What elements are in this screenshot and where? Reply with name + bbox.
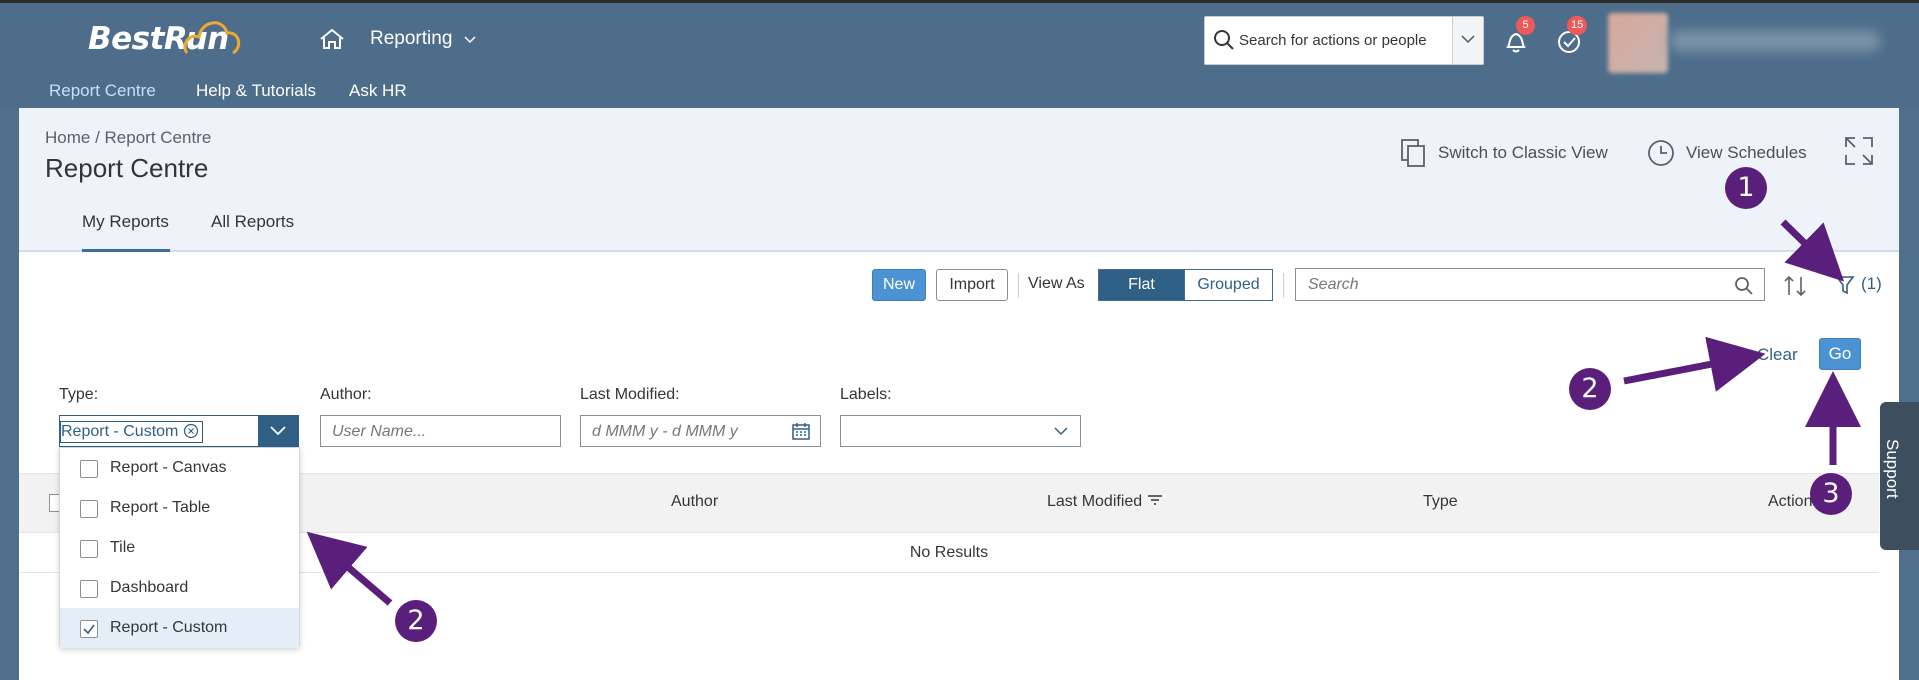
labels-select[interactable] xyxy=(840,415,1081,447)
home-icon[interactable] xyxy=(319,28,345,50)
switch-classic-view-button[interactable]: Switch to Classic View xyxy=(1400,138,1608,168)
page-title: Report Centre xyxy=(45,153,209,183)
annotation-step-1: 1 xyxy=(1725,167,1767,209)
view-as-label: View As xyxy=(1028,275,1085,292)
type-multicombobox[interactable]: Report - Custom xyxy=(59,415,299,447)
shell-search-field[interactable]: Search for actions or people xyxy=(1204,16,1484,65)
sort-icon[interactable] xyxy=(1782,273,1808,299)
avatar[interactable] xyxy=(1608,13,1668,73)
annotation-step-2-clear: 2 xyxy=(1569,368,1611,410)
new-button[interactable]: New xyxy=(872,269,926,301)
nav-report-centre[interactable]: Report Centre xyxy=(49,81,156,101)
breadcrumb[interactable]: Home / Report Centre xyxy=(45,128,211,148)
last-modified-date-range[interactable]: d MMM y - d MMM y xyxy=(580,415,821,447)
search-icon[interactable] xyxy=(1734,276,1754,296)
notifications-button[interactable]: 5 xyxy=(1504,16,1535,59)
shell-bar: BestRun Reporting Search for actions or … xyxy=(0,0,1919,110)
labels-filter-label: Labels: xyxy=(840,386,892,403)
column-type[interactable]: Type xyxy=(1423,493,1458,511)
view-schedules-button[interactable]: View Schedules xyxy=(1646,138,1807,168)
type-options-popover: Report - Canvas Report - Table Tile Dash… xyxy=(59,447,300,648)
copy-icon xyxy=(1401,139,1425,167)
go-button[interactable]: Go xyxy=(1819,338,1861,370)
column-last-modified[interactable]: Last Modified xyxy=(1047,493,1163,511)
type-option[interactable]: Dashboard xyxy=(60,568,299,608)
type-option-selected[interactable]: Report - Custom xyxy=(60,608,299,648)
type-dropdown-button[interactable] xyxy=(258,416,298,446)
option-checkbox[interactable] xyxy=(80,580,98,598)
calendar-icon[interactable] xyxy=(792,422,810,440)
checkmark-icon xyxy=(83,624,95,635)
user-name-blurred[interactable] xyxy=(1670,31,1880,51)
tab-all-reports[interactable]: All Reports xyxy=(211,212,294,232)
view-grouped-toggle[interactable]: Grouped xyxy=(1184,269,1273,301)
bestrun-logo[interactable]: BestRun xyxy=(88,21,241,57)
type-option[interactable]: Report - Table xyxy=(60,488,299,528)
option-checkbox[interactable] xyxy=(80,500,98,518)
tasks-button[interactable]: 15 xyxy=(1557,16,1588,59)
notifications-badge: 5 xyxy=(1516,16,1535,35)
last-modified-filter-label: Last Modified: xyxy=(580,386,680,403)
import-button[interactable]: Import xyxy=(936,269,1008,301)
column-author[interactable]: Author xyxy=(671,493,718,511)
filter-button[interactable]: (1) xyxy=(1835,274,1882,296)
clear-filters-link[interactable]: Clear xyxy=(1757,345,1798,365)
search-icon xyxy=(1214,30,1234,50)
type-filter-label: Type: xyxy=(59,386,99,403)
tab-selected-indicator xyxy=(82,249,170,252)
column-actions[interactable]: Action xyxy=(1768,493,1812,511)
nav-help-tutorials[interactable]: Help & Tutorials xyxy=(196,81,316,101)
chevron-down-icon xyxy=(1054,427,1068,436)
chevron-down-icon xyxy=(270,426,286,436)
filter-icon xyxy=(1835,276,1855,295)
sort-descending-icon xyxy=(1147,495,1162,505)
reporting-menu[interactable]: Reporting xyxy=(370,28,476,50)
cloud-logo-icon xyxy=(183,21,241,55)
annotation-step-2-type: 2 xyxy=(395,600,437,642)
tasks-badge: 15 xyxy=(1567,16,1588,35)
toolbar-divider xyxy=(1018,273,1019,298)
search-scope-dropdown[interactable] xyxy=(1452,17,1483,64)
report-search-input[interactable]: Search xyxy=(1295,268,1765,301)
chevron-down-icon xyxy=(464,36,476,44)
fullscreen-icon[interactable] xyxy=(1843,135,1875,167)
support-tab[interactable]: Support xyxy=(1880,402,1919,550)
author-input[interactable]: User Name... xyxy=(320,415,561,447)
toolbar-divider xyxy=(1283,273,1284,298)
type-option[interactable]: Tile xyxy=(60,528,299,568)
chevron-down-icon xyxy=(1461,35,1475,44)
option-checkbox[interactable] xyxy=(80,540,98,558)
option-checkbox-checked[interactable] xyxy=(80,620,98,638)
clock-icon xyxy=(1648,140,1674,166)
type-option[interactable]: Report - Canvas xyxy=(60,448,299,488)
annotation-step-3: 3 xyxy=(1810,473,1852,515)
report-centre-page: Home / Report Centre Report Centre Switc… xyxy=(19,108,1899,680)
author-filter-label: Author: xyxy=(320,386,372,403)
option-checkbox[interactable] xyxy=(80,460,98,478)
page-header: Home / Report Centre Report Centre Switc… xyxy=(19,108,1899,252)
type-token[interactable]: Report - Custom xyxy=(60,421,203,443)
view-flat-toggle[interactable]: Flat xyxy=(1098,269,1185,301)
nav-ask-hr[interactable]: Ask HR xyxy=(349,81,407,101)
token-remove-icon[interactable] xyxy=(183,423,199,439)
tab-my-reports[interactable]: My Reports xyxy=(82,212,169,232)
